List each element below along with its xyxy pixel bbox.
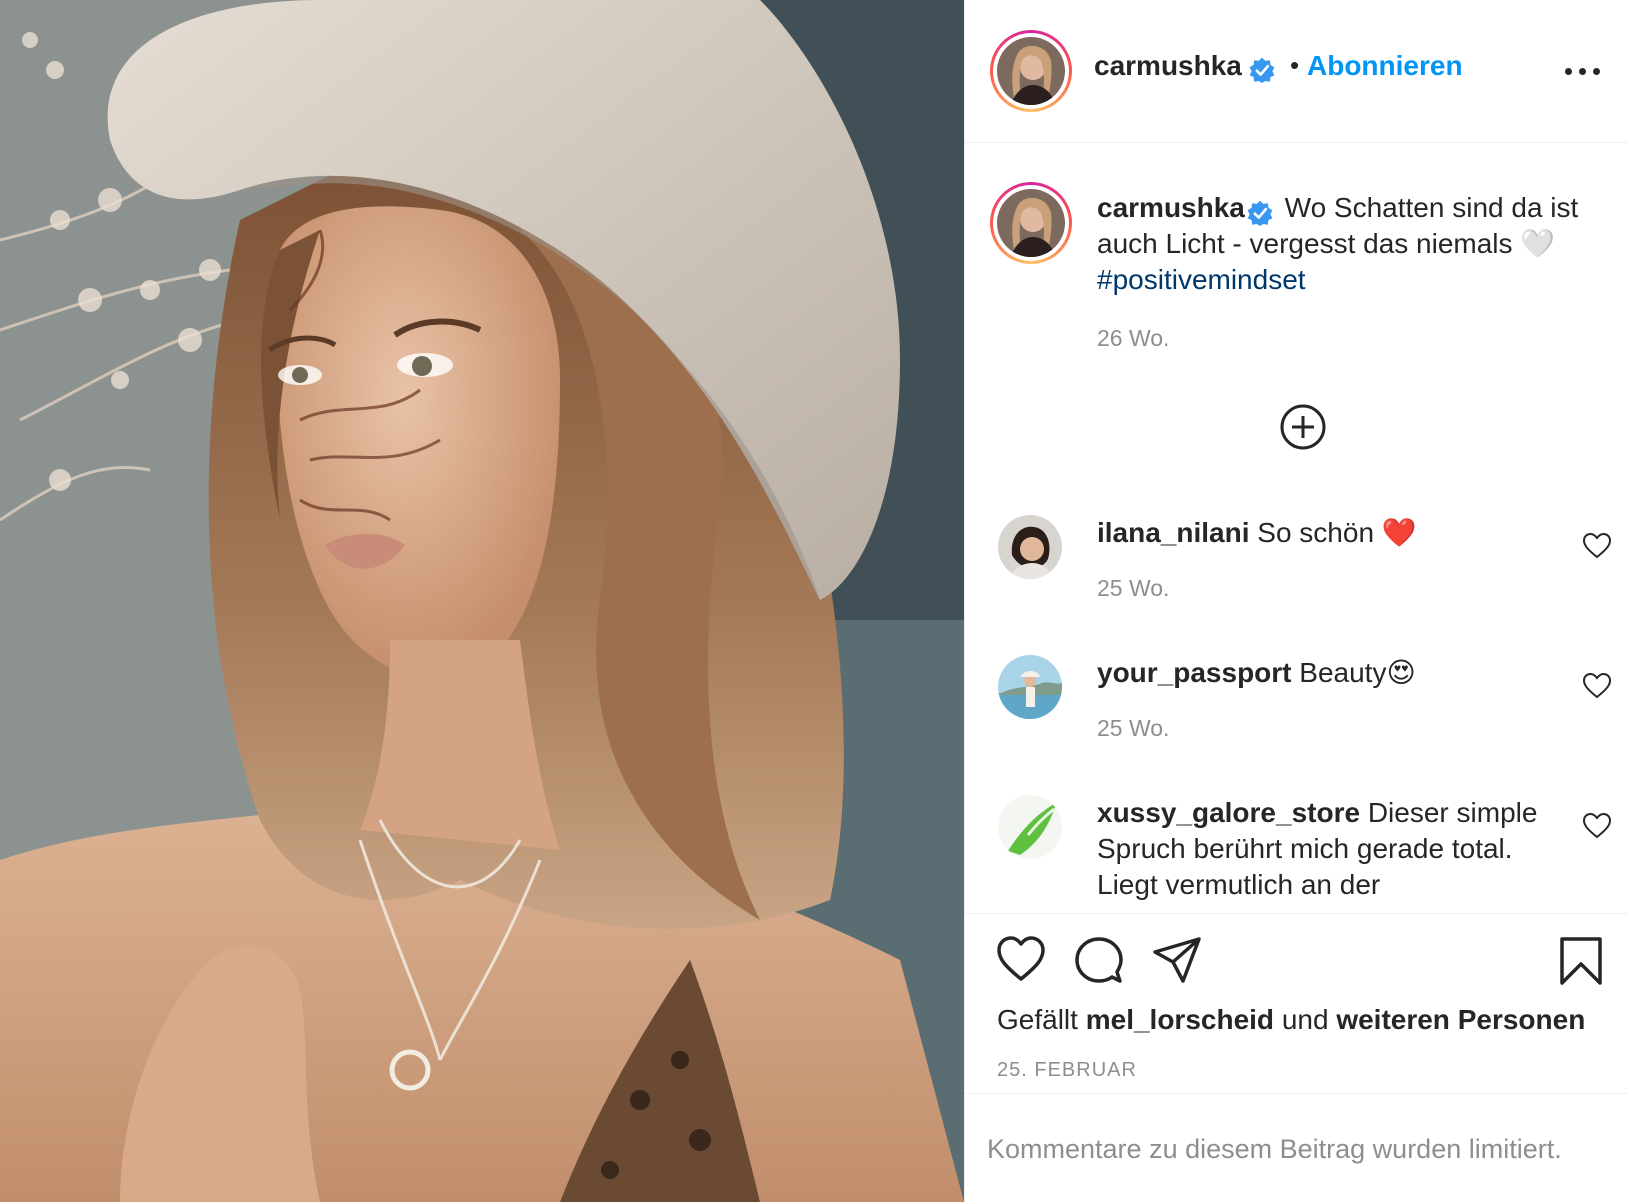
comment-body: So schön — [1257, 517, 1375, 548]
verified-icon — [1249, 57, 1275, 83]
comment-text: your_passport Beauty😍 — [1097, 655, 1567, 691]
comments-scroll-area[interactable]: carmushka Wo Schatten sind da ist auch L… — [965, 143, 1628, 913]
heart-icon[interactable] — [1582, 532, 1612, 559]
post-header: carmushka • Abonnieren — [965, 0, 1628, 143]
likes-prefix: Gefällt — [997, 1004, 1078, 1035]
post-sidebar: carmushka • Abonnieren carmushka Wo Scha… — [964, 0, 1628, 1202]
share-icon[interactable] — [1153, 936, 1201, 989]
comment-body: Beauty — [1299, 657, 1387, 688]
post-actions: Gefällt mel_lorscheid und weiteren Perso… — [965, 913, 1628, 1093]
commenter-avatar[interactable] — [998, 655, 1062, 719]
comment-icon[interactable] — [1075, 936, 1123, 989]
header-separator: • — [1290, 50, 1300, 80]
comment-timestamp[interactable]: 25 Wo. — [1097, 715, 1169, 742]
commenter-avatar[interactable] — [998, 515, 1062, 579]
likes-summary: Gefällt mel_lorscheid und weiteren Perso… — [997, 1004, 1585, 1036]
heart-icon[interactable] — [1582, 812, 1612, 839]
comments-limited-text: Kommentare zu diesem Beitrag wurden limi… — [987, 1134, 1562, 1164]
author-username[interactable]: carmushka — [1094, 50, 1242, 82]
portrait-image — [0, 0, 964, 1202]
likes-others-link[interactable]: weiteren Personen — [1336, 1004, 1585, 1035]
commenter-username[interactable]: ilana_nilani — [1097, 517, 1250, 548]
author-avatar[interactable] — [990, 30, 1072, 112]
load-more-icon[interactable] — [1279, 403, 1327, 451]
post-photo[interactable] — [0, 0, 964, 1202]
likes-middle: und — [1281, 1004, 1329, 1035]
caption-timestamp[interactable]: 26 Wo. — [1097, 325, 1169, 352]
comment-timestamp[interactable]: 25 Wo. — [1097, 575, 1169, 602]
post-date[interactable]: 25. FEBRUAR — [997, 1059, 1137, 1082]
comment-text: xussy_galore_store Dieser simple Spruch … — [1097, 795, 1567, 903]
bookmark-icon[interactable] — [1559, 936, 1603, 991]
red-heart-emoji: ❤️ — [1381, 517, 1417, 548]
liker-username[interactable]: mel_lorscheid — [1086, 1004, 1274, 1035]
caption-username[interactable]: carmushka — [1097, 192, 1245, 223]
follow-button[interactable]: Abonnieren — [1307, 50, 1463, 82]
heart-eyes-emoji: 😍 — [1386, 657, 1416, 688]
white-heart-emoji: 🤍 — [1520, 228, 1556, 259]
hashtag-link[interactable]: #positivemindset — [1097, 264, 1306, 295]
post-caption: carmushka Wo Schatten sind da ist auch L… — [1097, 190, 1597, 298]
comment-text: ilana_nilani So schön ❤️ — [1097, 515, 1567, 551]
heart-icon[interactable] — [1582, 672, 1612, 699]
commenter-username[interactable]: your_passport — [1097, 657, 1292, 688]
more-icon[interactable] — [1563, 55, 1603, 85]
caption-author-avatar[interactable] — [990, 182, 1072, 264]
commenter-username[interactable]: xussy_galore_store — [1097, 797, 1360, 828]
commenter-avatar[interactable] — [998, 795, 1062, 859]
verified-icon — [1247, 193, 1273, 226]
heart-icon[interactable] — [997, 936, 1045, 987]
comments-limited-notice: Kommentare zu diesem Beitrag wurden limi… — [965, 1093, 1628, 1202]
